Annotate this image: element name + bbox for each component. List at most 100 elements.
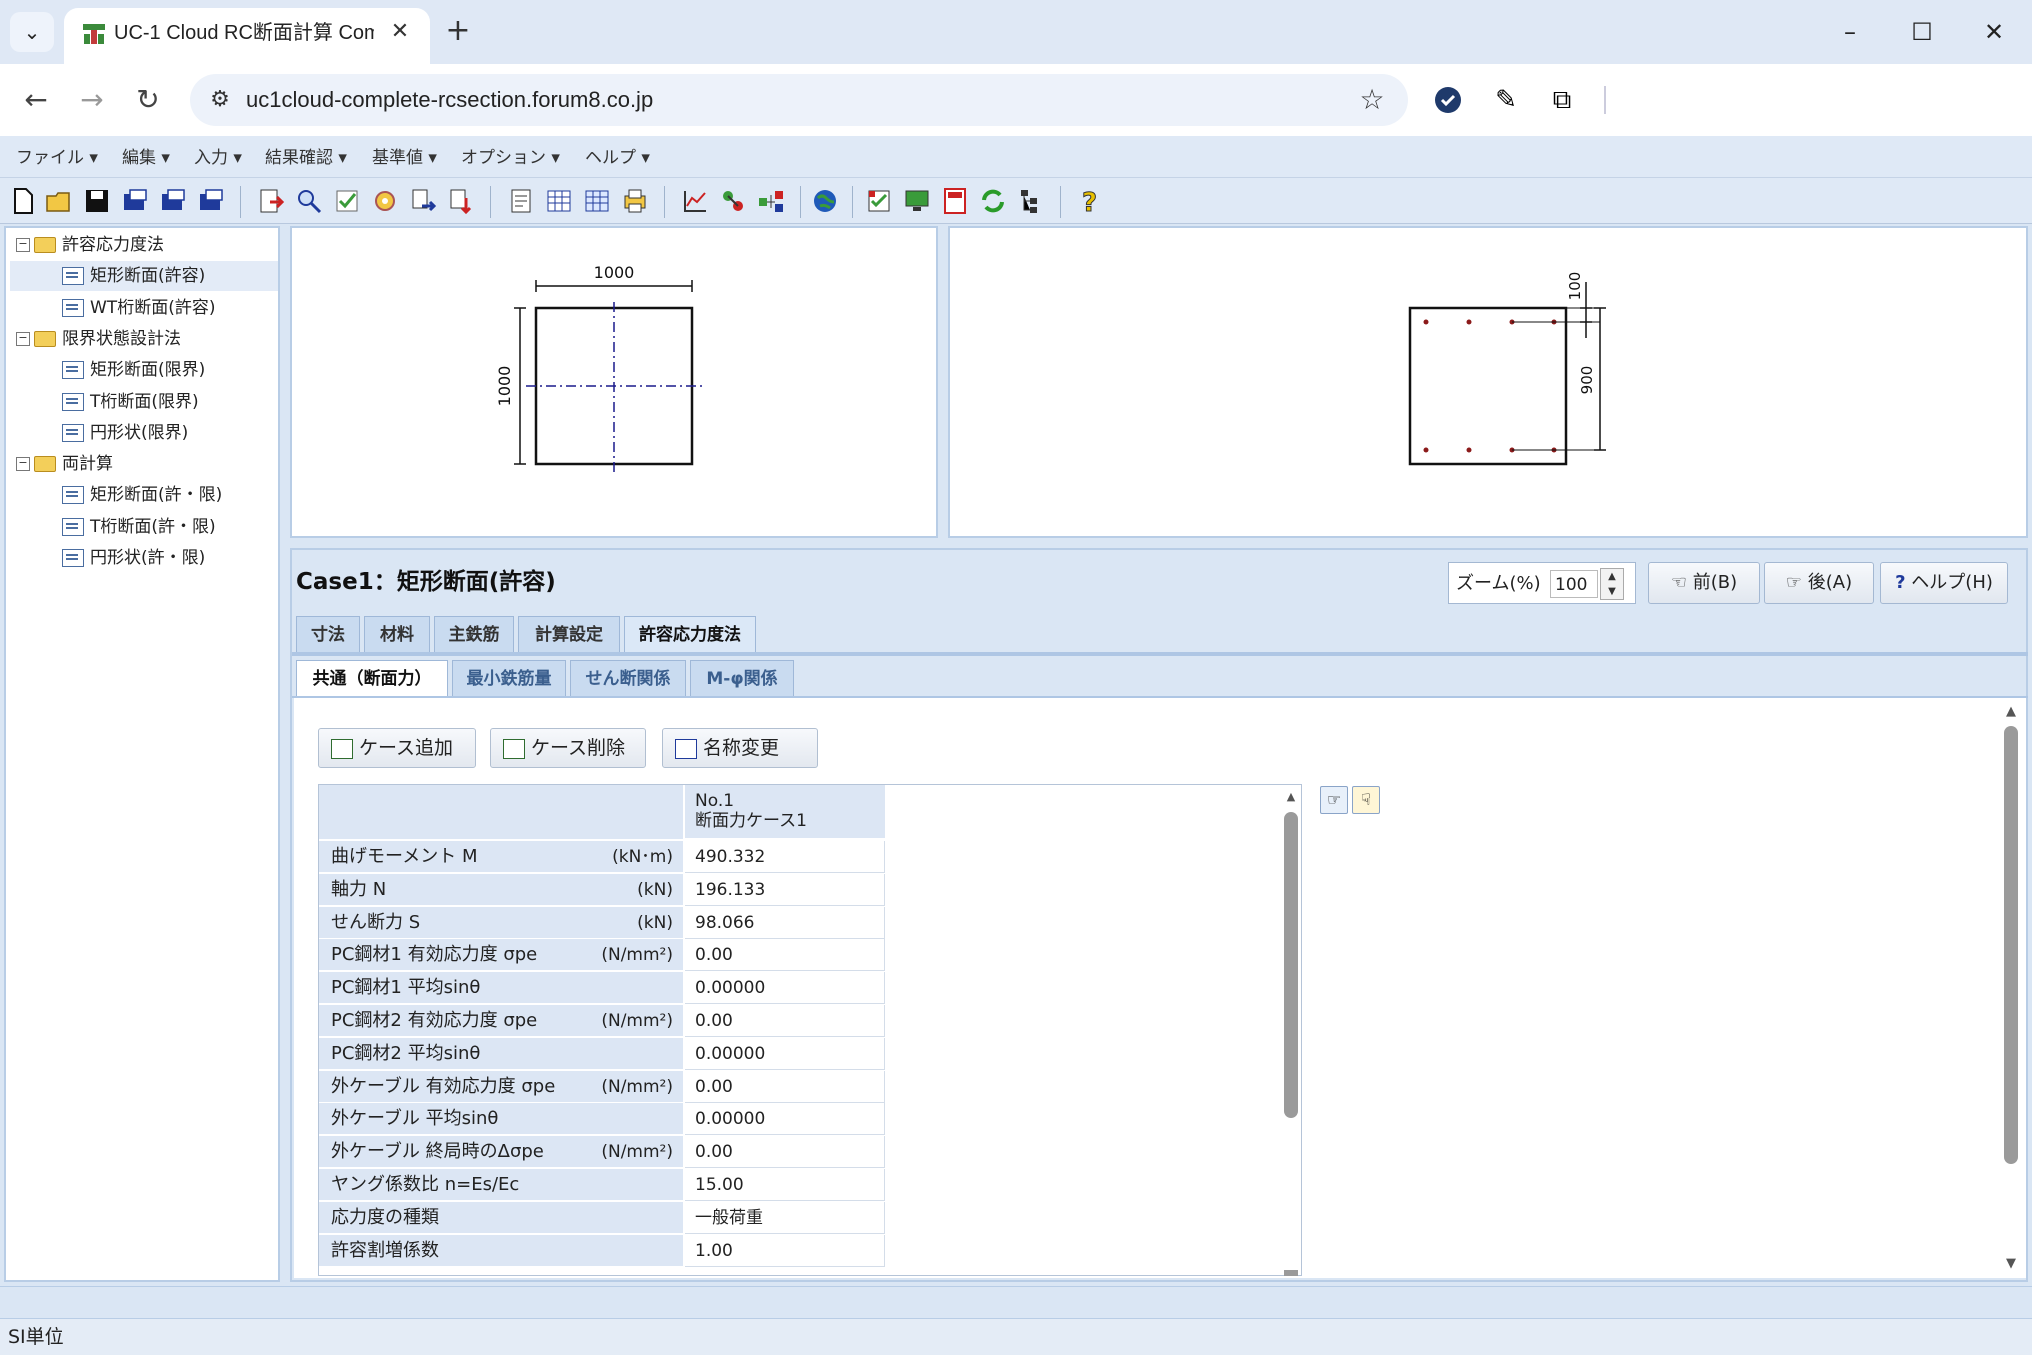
settings-tool-icon[interactable]: [370, 186, 400, 216]
row-value-cell[interactable]: 0.00000: [685, 1103, 885, 1136]
tab-min-rebar[interactable]: 最小鉄筋量: [452, 660, 566, 696]
save-copy-icon[interactable]: [158, 186, 188, 216]
tree-item[interactable]: 矩形断面(限界): [10, 355, 278, 385]
menu-edit[interactable]: 編集 ▾: [122, 144, 170, 172]
url-text[interactable]: uc1cloud-complete-rcsection.forum8.co.jp: [246, 84, 1146, 116]
prev-button[interactable]: ☜ 前(B): [1648, 562, 1760, 604]
tab-calc-settings[interactable]: 計算設定: [518, 616, 620, 652]
row-value-cell[interactable]: 0.00: [685, 1070, 885, 1103]
check-tool-icon[interactable]: [332, 186, 362, 216]
tree-folder[interactable]: − 限界状態設計法: [10, 324, 278, 354]
row-value-cell[interactable]: 196.133: [685, 873, 885, 906]
tab-dimensions[interactable]: 寸法: [296, 616, 360, 652]
menu-standards[interactable]: 基準値 ▾: [372, 144, 437, 172]
import-icon[interactable]: [256, 186, 286, 216]
extension-check-icon[interactable]: [1428, 80, 1468, 120]
back-icon[interactable]: ←: [16, 80, 56, 120]
open-folder-icon[interactable]: [44, 186, 74, 216]
save-icon[interactable]: [82, 186, 112, 216]
tree-item[interactable]: 円形状(許・限): [10, 543, 278, 573]
grid-scroll-bottom[interactable]: [1284, 1270, 1298, 1276]
menu-options[interactable]: オプション ▾: [461, 144, 560, 172]
maximize-icon[interactable]: ☐: [1892, 14, 1952, 50]
window-close-icon[interactable]: ✕: [1964, 14, 2024, 50]
tab-main-rebar[interactable]: 主鉄筋: [434, 616, 514, 652]
row-value-cell[interactable]: 0.00000: [685, 972, 885, 1005]
tree-folder[interactable]: − 両計算: [10, 449, 278, 479]
tree-item[interactable]: 矩形断面(許・限): [10, 480, 278, 510]
grid-icon[interactable]: [582, 186, 612, 216]
next-button[interactable]: ☞ 後(A): [1764, 562, 1874, 604]
tree-item[interactable]: 矩形断面(許容): [10, 261, 278, 292]
tree-view-icon[interactable]: [1016, 186, 1046, 216]
grid-column-header[interactable]: No.1 断面力ケース1: [685, 785, 885, 839]
diagram-icon[interactable]: [718, 186, 748, 216]
tree-folder[interactable]: − 許容応力度法: [10, 230, 278, 260]
content-scroll-up-icon[interactable]: ▲: [2002, 704, 2020, 722]
content-scroll-thumb[interactable]: [2004, 726, 2018, 1164]
forward-icon[interactable]: →: [72, 80, 112, 120]
collapse-icon[interactable]: −: [16, 238, 30, 252]
copy-forward-icon[interactable]: [408, 186, 438, 216]
add-case-button[interactable]: ケース追加: [318, 728, 476, 768]
row-value-cell[interactable]: 0.00: [685, 939, 885, 972]
row-value-cell[interactable]: 15.00: [685, 1169, 885, 1201]
grid-scroll-up-icon[interactable]: ▲: [1284, 790, 1298, 804]
delete-case-button[interactable]: ケース削除: [490, 728, 646, 768]
zoom-spinner[interactable]: ▲ ▼: [1600, 568, 1624, 600]
network-icon[interactable]: [756, 186, 786, 216]
minimize-icon[interactable]: –: [1820, 14, 1880, 50]
collapse-icon[interactable]: −: [16, 457, 30, 472]
help-question-icon[interactable]: ?: [1074, 186, 1104, 219]
save-as-icon[interactable]: [120, 186, 150, 216]
row-value-cell[interactable]: 一般荷重: [685, 1201, 885, 1234]
tab-m-phi[interactable]: M-φ関係: [690, 660, 794, 696]
tree-item[interactable]: T桁断面(限界): [10, 387, 278, 417]
report-icon[interactable]: [506, 186, 536, 216]
globe-icon[interactable]: [810, 186, 840, 216]
menu-help[interactable]: ヘルプ ▾: [585, 144, 650, 172]
content-scroll-down-icon[interactable]: ▼: [2002, 1256, 2020, 1274]
new-tab-button[interactable]: +: [440, 14, 476, 50]
export-icon[interactable]: [446, 186, 476, 216]
chart-icon[interactable]: [680, 186, 710, 216]
row-value-cell[interactable]: 1.00: [685, 1234, 885, 1267]
tab-shear[interactable]: せん断関係: [570, 660, 686, 696]
tab-allowable-stress[interactable]: 許容応力度法: [624, 616, 756, 652]
extensions-puzzle-icon[interactable]: ⧉: [1542, 80, 1582, 120]
new-file-icon[interactable]: [8, 186, 38, 216]
monitor-icon[interactable]: [902, 186, 932, 216]
menu-file[interactable]: ファイル ▾: [16, 144, 98, 172]
menu-input[interactable]: 入力 ▾: [194, 144, 242, 172]
table-icon[interactable]: [544, 186, 574, 216]
site-info-icon[interactable]: ⚙: [204, 84, 236, 116]
row-value-cell[interactable]: 0.00000: [685, 1037, 885, 1070]
row-value-cell[interactable]: 98.066: [685, 906, 885, 939]
reload-icon[interactable]: ↻: [128, 80, 168, 120]
tree-item[interactable]: T桁断面(許・限): [10, 512, 278, 542]
rename-button[interactable]: 名称変更: [662, 728, 818, 768]
checklist-icon[interactable]: [864, 186, 894, 216]
help-button[interactable]: ? ヘルプ(H): [1880, 562, 2008, 604]
save-all-icon[interactable]: [196, 186, 226, 216]
grid-scroll-thumb[interactable]: [1284, 812, 1298, 1118]
tab-close-icon[interactable]: ✕: [384, 16, 416, 48]
tree-item[interactable]: 円形状(限界): [10, 418, 278, 448]
row-value-cell[interactable]: 0.00: [685, 1136, 885, 1169]
tab-common-section-force[interactable]: 共通（断面力）: [296, 660, 448, 696]
search-tool-icon[interactable]: [294, 186, 324, 216]
refresh-icon[interactable]: [978, 186, 1008, 216]
calculator-icon[interactable]: [940, 186, 970, 216]
menu-results[interactable]: 結果確認 ▾: [265, 144, 347, 172]
bookmark-star-icon[interactable]: ☆: [1354, 82, 1390, 118]
row-value-cell[interactable]: 490.332: [685, 841, 885, 873]
zoom-input[interactable]: 100: [1550, 570, 1598, 598]
pointing-hand-down-icon[interactable]: ☟: [1352, 786, 1380, 814]
tree-item[interactable]: WT桁断面(許容): [10, 293, 278, 323]
tab-materials[interactable]: 材料: [364, 616, 430, 652]
collapse-icon[interactable]: −: [16, 331, 30, 346]
print-icon[interactable]: [620, 186, 650, 216]
pointing-hand-right-icon[interactable]: ☞: [1320, 786, 1348, 814]
eyedropper-icon[interactable]: ✎: [1486, 80, 1526, 120]
row-value-cell[interactable]: 0.00: [685, 1005, 885, 1037]
